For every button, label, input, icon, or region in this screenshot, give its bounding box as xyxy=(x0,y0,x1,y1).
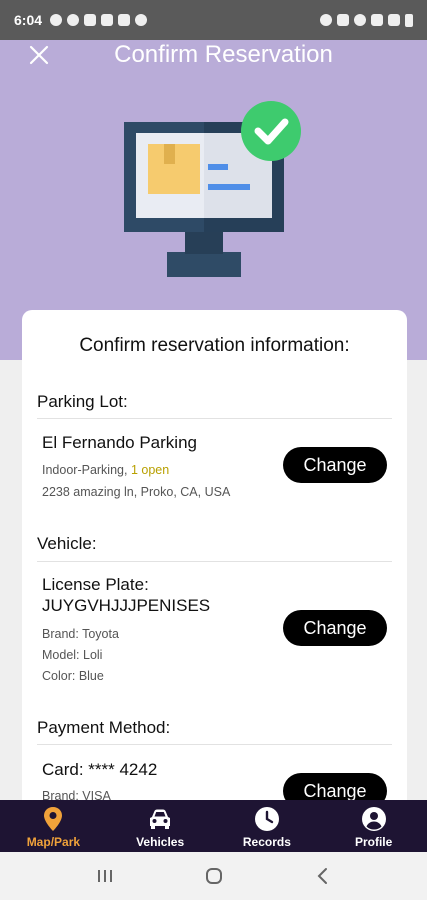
payment-method-label: Payment Method: xyxy=(37,718,171,737)
reservation-card: Confirm reservation information: Parking… xyxy=(22,310,407,810)
divider xyxy=(37,418,392,419)
status-time: 6:04 xyxy=(14,12,43,28)
recent-apps-button[interactable] xyxy=(93,864,117,888)
notification-icons xyxy=(50,14,148,26)
check-badge-icon xyxy=(241,101,301,161)
back-icon xyxy=(317,868,327,884)
location-icon xyxy=(354,14,366,26)
alarm-icon xyxy=(320,14,332,26)
nav-item-map-park[interactable]: Map/Park xyxy=(0,800,107,852)
person-icon xyxy=(361,807,386,831)
change-vehicle-button[interactable]: Change xyxy=(283,610,387,646)
license-plate-value: JUYGVHJJJPENISES xyxy=(42,596,211,615)
vehicle-color: Color: Blue xyxy=(42,669,104,683)
license-plate-label: License Plate: xyxy=(42,575,149,594)
divider xyxy=(37,561,392,562)
parking-name: El Fernando Parking xyxy=(42,433,197,452)
vehicle-model: Model: Loli xyxy=(42,648,103,662)
system-status-icons xyxy=(320,13,413,27)
back-button[interactable] xyxy=(311,864,335,888)
parking-lot-label: Parking Lot: xyxy=(37,392,128,411)
card-number: Card: **** 4242 xyxy=(42,760,158,779)
notification-icon xyxy=(50,14,63,26)
home-icon xyxy=(205,868,222,884)
nav-item-profile[interactable]: Profile xyxy=(320,800,427,852)
parking-address: 2238 amazing ln, Proko, CA, USA xyxy=(42,485,231,499)
page-title: Confirm Reservation xyxy=(114,41,333,68)
nav-label-map-park: Map/Park xyxy=(26,835,81,849)
change-parking-button[interactable]: Change xyxy=(283,447,387,483)
parking-type-text: Indoor-Parking, xyxy=(42,463,131,477)
notification-icon xyxy=(101,14,114,26)
status-bar: 6:04 xyxy=(0,0,427,40)
parking-type: Indoor-Parking, 1 open xyxy=(42,463,169,477)
signal-icon xyxy=(388,14,400,26)
monitor-illustration xyxy=(124,101,301,277)
battery-icon xyxy=(405,13,413,27)
notification-icon xyxy=(135,14,148,26)
nav-item-vehicles[interactable]: Vehicles xyxy=(107,800,214,852)
nav-label-vehicles: Vehicles xyxy=(136,835,185,849)
nav-item-records[interactable]: Records xyxy=(214,800,321,852)
vehicle-label: Vehicle: xyxy=(37,534,97,553)
home-button[interactable] xyxy=(202,864,226,888)
notification-icon xyxy=(67,14,80,26)
bottom-nav: Map/Park Vehicles Records Profile xyxy=(0,800,427,852)
car-icon xyxy=(150,809,171,829)
map-pin-icon xyxy=(44,807,63,831)
nav-label-profile: Profile xyxy=(354,835,393,849)
mute-icon xyxy=(337,14,349,26)
system-nav-bar xyxy=(0,852,427,900)
open-count: 1 open xyxy=(130,463,170,477)
notification-icon xyxy=(84,14,97,26)
recent-apps-icon xyxy=(97,870,112,882)
wifi-icon xyxy=(371,14,383,26)
nav-label-records: Records xyxy=(242,835,291,849)
vehicle-brand: Brand: Toyota xyxy=(42,627,119,641)
card-heading: Confirm reservation information: xyxy=(79,335,350,356)
notification-icon xyxy=(118,14,131,26)
divider xyxy=(37,744,392,745)
clock-icon xyxy=(254,807,279,831)
